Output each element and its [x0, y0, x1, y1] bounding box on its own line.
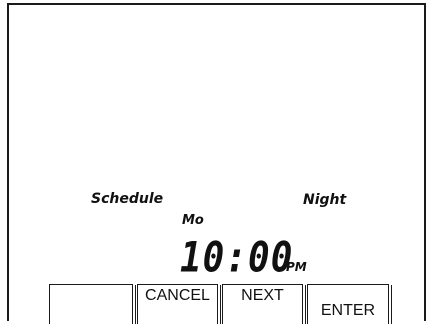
softkey-blank[interactable] — [49, 284, 136, 324]
period-label: Night — [303, 192, 347, 208]
time-display: 10:00 — [180, 234, 294, 282]
day-label: Mo — [182, 213, 204, 228]
ampm-indicator: PM — [286, 260, 307, 274]
next-button[interactable]: NEXT — [222, 284, 306, 324]
enter-button[interactable]: ENTER — [307, 284, 392, 324]
schedule-mode-label: Schedule — [91, 191, 164, 207]
cancel-button[interactable]: CANCEL — [137, 284, 221, 324]
